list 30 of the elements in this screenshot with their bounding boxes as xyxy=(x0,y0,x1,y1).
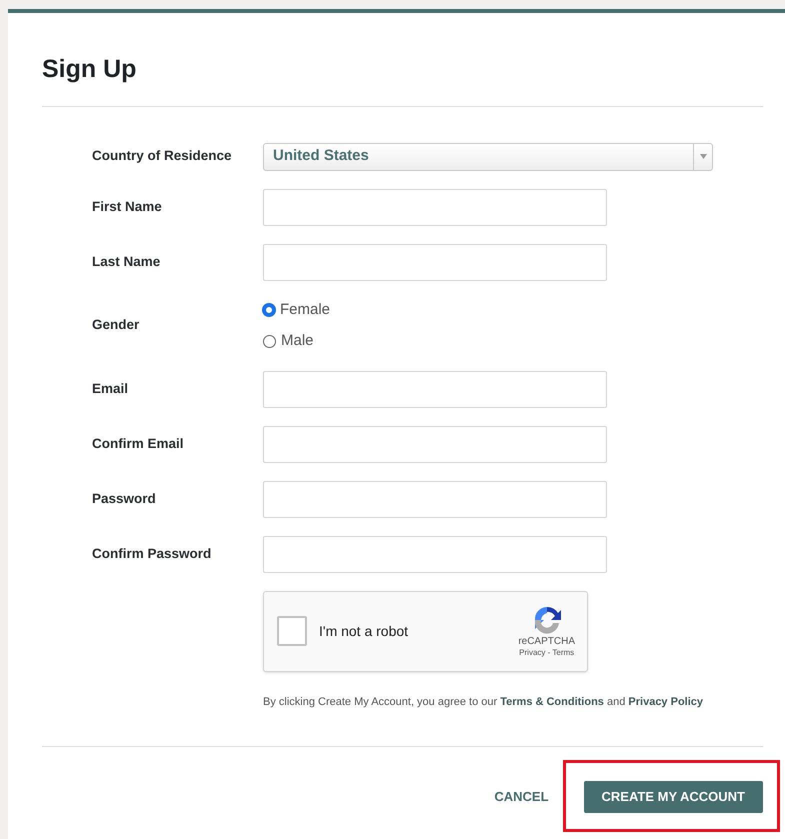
terms-link[interactable]: Terms & Conditions xyxy=(500,696,604,708)
captcha-checkbox[interactable] xyxy=(277,616,307,646)
terms-notice: By clicking Create My Account, you agree to our Terms & Conditions and Privacy Policy xyxy=(263,694,704,710)
caret-icon xyxy=(700,154,706,159)
country-select[interactable]: United States xyxy=(263,142,713,170)
field-label: Confirm Email xyxy=(92,434,185,453)
field-label: Confirm Password xyxy=(92,544,212,563)
field-label: Country of Residence xyxy=(92,147,233,166)
radio-button[interactable] xyxy=(263,304,275,316)
input-field[interactable] xyxy=(263,370,607,408)
create-account-button[interactable]: CREATE MY ACCOUNT xyxy=(584,781,763,813)
input-field[interactable] xyxy=(263,188,607,226)
radio-button[interactable] xyxy=(263,334,276,348)
field-label: Email xyxy=(92,380,130,398)
captcha-links[interactable]: Privacy - Terms xyxy=(519,648,574,658)
field-label: Last Name xyxy=(92,252,162,271)
captcha-label: I'm not a robot xyxy=(319,622,410,640)
field-label: Password xyxy=(92,490,157,508)
input-field[interactable] xyxy=(263,426,607,462)
page-title: Sign Up xyxy=(42,54,138,85)
input-field[interactable] xyxy=(263,480,607,518)
captcha-brand: reCAPTCHA xyxy=(518,636,575,648)
field-label: First Name xyxy=(92,198,163,216)
input-field[interactable] xyxy=(263,244,607,280)
cancel-button[interactable]: CANCEL xyxy=(494,787,549,806)
terms-link[interactable]: Privacy Policy xyxy=(628,696,704,708)
radio-label: Female xyxy=(280,300,330,320)
input-field[interactable] xyxy=(263,536,607,572)
radio-label: Male xyxy=(281,331,314,351)
field-label: Gender xyxy=(92,316,140,334)
